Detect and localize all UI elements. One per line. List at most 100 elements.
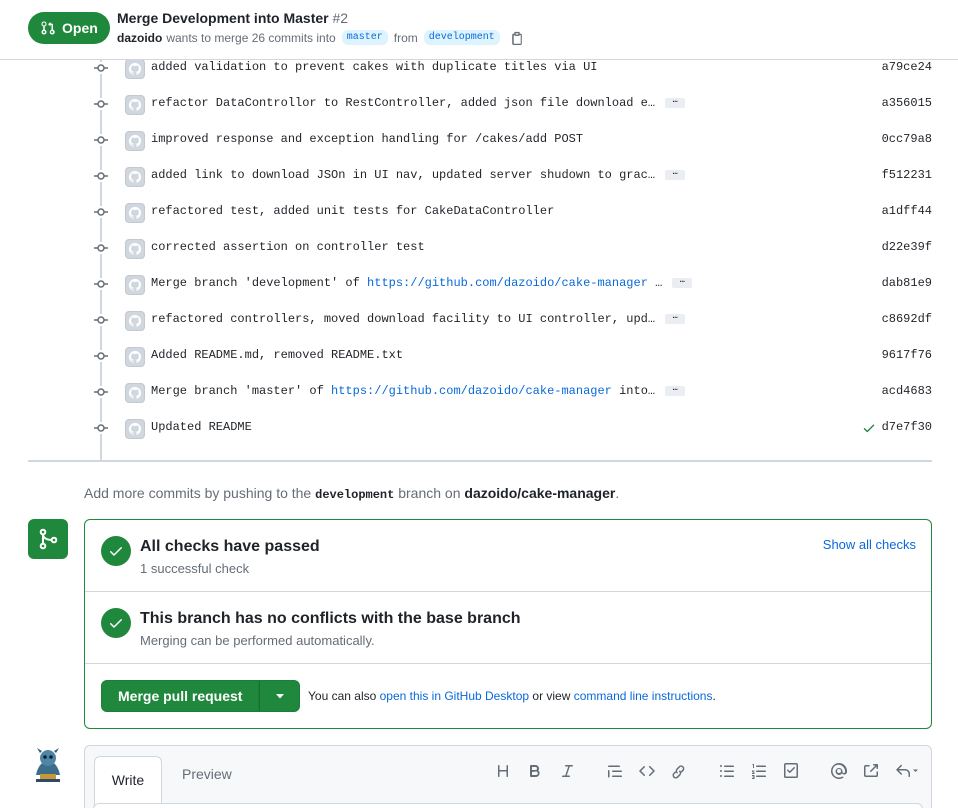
commit-sha-link[interactable]: d7e7f30: [882, 420, 932, 434]
commit-author-avatar[interactable]: [125, 203, 145, 223]
expand-commit-message-button[interactable]: …: [672, 276, 693, 288]
commit-author-avatar[interactable]: [125, 347, 145, 367]
head-branch-tag[interactable]: development: [423, 30, 500, 45]
commit-row: refactored controllers, moved download f…: [88, 302, 938, 338]
base-branch-tag[interactable]: master: [341, 30, 388, 45]
commit-message-text: corrected assertion on controller test: [151, 240, 425, 254]
comment-textarea[interactable]: [93, 803, 923, 808]
no-conflicts-circle: [101, 608, 131, 638]
link-icon[interactable]: [663, 760, 695, 782]
commit-message[interactable]: Updated README: [151, 420, 252, 434]
heading-icon[interactable]: [487, 760, 519, 782]
show-all-checks-link[interactable]: Show all checks: [823, 537, 916, 552]
add-commits-branch: development: [315, 488, 395, 502]
checks-subtitle: 1 successful check: [140, 561, 250, 576]
commit-row: Merge branch 'master' of https://github.…: [88, 374, 938, 410]
commit-sha-link[interactable]: a79ce24: [882, 60, 932, 74]
add-commits-middle: branch on: [398, 485, 461, 501]
mention-icon[interactable]: [823, 760, 855, 782]
commit-author-avatar[interactable]: [125, 239, 145, 259]
expand-commit-message-button[interactable]: …: [665, 384, 686, 396]
commit-message[interactable]: corrected assertion on controller test: [151, 240, 425, 254]
commit-message-text: Merge branch 'master' of: [151, 384, 332, 398]
commit-author-avatar[interactable]: [125, 383, 145, 403]
commit-author-avatar[interactable]: [125, 419, 145, 439]
task-list-icon[interactable]: [775, 760, 807, 782]
commit-row: Merge branch 'development' of https://gi…: [88, 266, 938, 302]
commit-message[interactable]: Merge branch 'development' of https://gi…: [151, 276, 693, 290]
ordered-list-icon[interactable]: [743, 760, 775, 782]
pr-state-label: Open: [62, 20, 98, 36]
expand-commit-message-button[interactable]: …: [665, 168, 686, 180]
merge-pull-request-button[interactable]: Merge pull request: [101, 680, 260, 712]
merge-method-dropdown[interactable]: [259, 680, 301, 712]
commit-sha-link[interactable]: d22e39f: [882, 240, 932, 254]
commit-message[interactable]: added validation to prevent cakes with d…: [151, 60, 597, 74]
tab-preview[interactable]: Preview: [182, 766, 232, 782]
cross-reference-icon[interactable]: [855, 760, 887, 782]
commit-sha-link[interactable]: c8692df: [882, 312, 932, 326]
timeline-end-divider: [28, 460, 932, 462]
copy-icon[interactable]: [510, 31, 524, 45]
add-commits-repo: dazoido/cake-manager: [464, 485, 616, 501]
git-commit-icon: [94, 388, 108, 396]
commit-sha-link[interactable]: a1dff44: [882, 204, 932, 218]
code-icon[interactable]: [631, 760, 663, 782]
open-github-desktop-link[interactable]: open this in GitHub Desktop: [380, 689, 529, 703]
commit-message[interactable]: refactor DataControllor to RestControlle…: [151, 96, 686, 110]
commit-message-text: into…: [611, 384, 656, 398]
quote-icon[interactable]: [599, 760, 631, 782]
checks-passed-circle: [101, 536, 131, 566]
commit-message-link[interactable]: https://github.com/dazoido/cake-manager: [331, 384, 612, 398]
user-avatar[interactable]: [30, 745, 66, 783]
commit-message[interactable]: refactored test, added unit tests for Ca…: [151, 204, 554, 218]
commit-row: Added README.md, removed README.txt 9617f…: [88, 338, 938, 374]
expand-commit-message-button[interactable]: …: [665, 312, 686, 324]
check-status-icon[interactable]: [862, 421, 876, 435]
commit-author-avatar[interactable]: [125, 131, 145, 151]
pr-meta: dazoido wants to merge 26 commits into m…: [117, 30, 524, 45]
commit-message[interactable]: improved response and exception handling…: [151, 132, 583, 146]
commit-author-avatar[interactable]: [125, 275, 145, 295]
commit-author-avatar[interactable]: [125, 59, 145, 79]
add-commits-prefix: Add more commits by pushing to the: [84, 485, 312, 501]
checks-title: All checks have passed: [140, 538, 320, 555]
commit-sha-link[interactable]: acd4683: [882, 384, 932, 398]
italic-icon[interactable]: [551, 760, 583, 782]
pr-author-link[interactable]: dazoido: [117, 31, 162, 45]
comment-composer: Write Preview: [84, 745, 932, 808]
tab-write[interactable]: Write: [94, 756, 162, 808]
pr-meta-text: wants to merge 26 commits into: [166, 30, 336, 45]
commit-message[interactable]: Merge branch 'master' of https://github.…: [151, 384, 686, 398]
commit-sha-link[interactable]: 9617f76: [882, 348, 932, 362]
commit-message-link[interactable]: https://github.com/dazoido/cake-manager: [367, 276, 648, 290]
reply-icon[interactable]: [887, 760, 927, 782]
commit-message[interactable]: refactored controllers, moved download f…: [151, 312, 686, 326]
merge-alt-suffix: .: [712, 689, 716, 703]
git-commit-icon: [94, 386, 108, 398]
commit-message-text: …: [647, 276, 663, 290]
git-commit-icon: [94, 422, 108, 434]
commit-sha-link[interactable]: f512231: [882, 168, 932, 182]
commit-sha-link[interactable]: 0cc79a8: [882, 132, 932, 146]
git-commit-icon: [94, 352, 108, 360]
commit-author-avatar[interactable]: [125, 311, 145, 331]
command-line-instructions-link[interactable]: command line instructions: [574, 689, 713, 703]
add-commits-suffix: .: [615, 485, 620, 501]
commit-row: improved response and exception handling…: [88, 122, 938, 158]
commit-sha-link[interactable]: dab81e9: [882, 276, 932, 290]
merge-alt-prefix: You can also: [308, 689, 377, 703]
git-commit-icon: [94, 244, 108, 252]
git-commit-icon: [94, 62, 108, 74]
bold-icon[interactable]: [519, 760, 551, 782]
commit-author-avatar[interactable]: [125, 167, 145, 187]
commit-sha-link[interactable]: a356015: [882, 96, 932, 110]
commit-message[interactable]: added link to download JSOn in UI nav, u…: [151, 168, 686, 182]
expand-commit-message-button[interactable]: …: [665, 96, 686, 108]
commit-message-text: refactor DataControllor to RestControlle…: [151, 96, 656, 110]
unordered-list-icon[interactable]: [711, 760, 743, 782]
git-commit-icon: [94, 208, 108, 216]
commit-author-avatar[interactable]: [125, 95, 145, 115]
git-commit-icon: [94, 206, 108, 218]
commit-message[interactable]: Added README.md, removed README.txt: [151, 348, 403, 362]
